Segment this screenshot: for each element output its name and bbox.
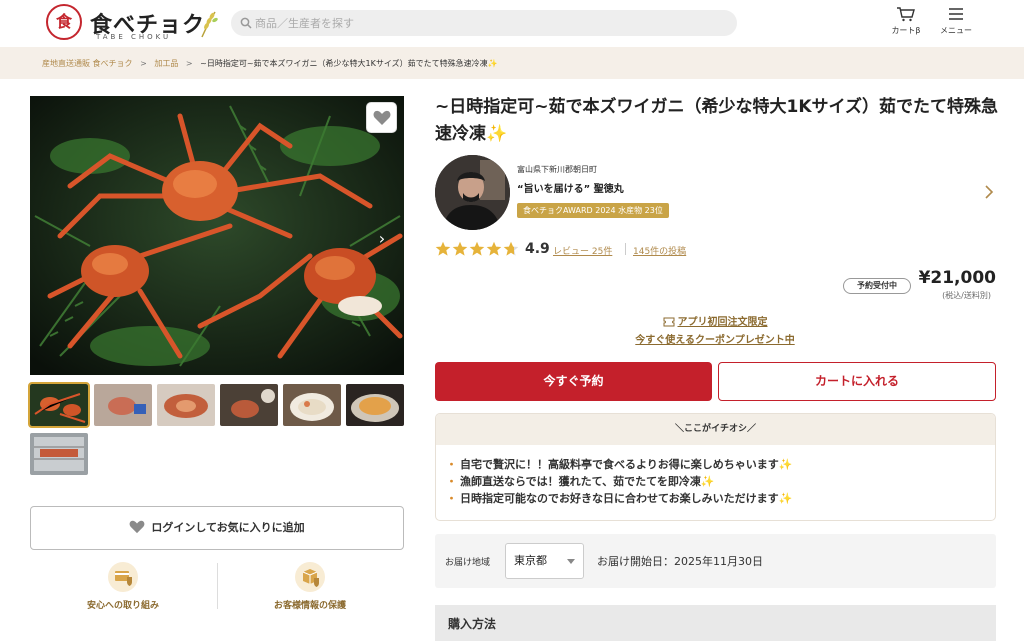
search-icon (240, 17, 252, 29)
hamburger-icon (949, 8, 963, 20)
site-header: 食 食べチョク TABE CHOKU カートβ メニュー (0, 0, 1024, 47)
product-title: ~日時指定可~茹で本ズワイガニ（希少な特大1Kサイズ）茹でたて特殊急速冷凍✨ (435, 97, 998, 144)
star-half-icon (503, 241, 519, 256)
cart-label: カートβ (891, 26, 921, 35)
breadcrumb: 産地直送通販 食べチョク > 加工品 > ~日時指定可~茹で本ズワイガニ（希少な… (42, 58, 498, 69)
product-main-image[interactable] (30, 96, 404, 375)
thumbnail-image[interactable] (220, 384, 278, 426)
delivery-label: お届け地域 (445, 558, 491, 568)
cart-icon (897, 7, 915, 22)
highlight-text: 日時指定可能なのでお好きな日に合わせてお楽しみいただけます✨ (460, 492, 793, 505)
thumbnail-image[interactable] (283, 384, 341, 426)
divider (217, 563, 218, 609)
star-icon (469, 241, 485, 256)
bullet-icon: ・ (446, 475, 457, 488)
safety-link[interactable]: 安心への取り組み (48, 562, 198, 612)
chevron-right-icon[interactable] (983, 183, 995, 201)
producer-location: 富山県下新川郡朝日町 (517, 165, 597, 174)
producer-name: “旨いを届ける” 聖徳丸 (517, 184, 624, 195)
highlight-text: 自宅で贅沢に！！高級料亭で食べるよりお得に楽しめちゃいます✨ (460, 458, 793, 471)
site-logo[interactable]: 食 食べチョク TABE CHOKU (46, 4, 226, 42)
producer-card[interactable]: 富山県下新川郡朝日町 “旨いを届ける” 聖徳丸 食べチョクAWARD 2024 … (435, 155, 1000, 230)
crab-photo (30, 96, 404, 375)
menu-button[interactable]: メニュー (934, 6, 978, 42)
add-to-cart-button[interactable]: カートに入れる (718, 362, 996, 401)
heart-icon (373, 110, 391, 125)
thumbnail-image[interactable] (346, 384, 404, 426)
search-bar[interactable] (231, 10, 737, 36)
list-item: ・自宅で贅沢に！！高級料亭で食べるよりお得に楽しめちゃいます✨ (446, 456, 995, 473)
rating-value: 4.9 (525, 241, 550, 257)
producer-avatar (435, 155, 510, 230)
highlights-list: ・自宅で贅沢に！！高級料亭で食べるよりお得に楽しめちゃいます✨ ・漁師直送ならで… (436, 445, 995, 507)
favorite-button[interactable] (366, 102, 397, 133)
shield-card-icon (108, 562, 138, 592)
price: ¥21,000 (918, 268, 996, 288)
breadcrumb-separator: > (185, 59, 193, 68)
breadcrumb-category[interactable]: 加工品 (154, 59, 178, 68)
region-value: 東京都 (514, 554, 547, 567)
highlight-text: 漁師直送ならでは！獲れたて、茹でたてを即冷凍✨ (460, 475, 715, 488)
breadcrumb-current: ~日時指定可~茹で本ズワイガニ（希少な特大1Kサイズ）茹でたて特殊急速冷凍✨ (200, 59, 498, 68)
delivery-panel: お届け地域 東京都 お届け開始日：2025年11月30日 (435, 534, 996, 588)
highlights-box: ＼ここがイチオシ／ ・自宅で贅沢に！！高級料亭で食べるよりお得に楽しめちゃいます… (435, 413, 996, 521)
coupon-link[interactable]: アプリ初回注文限定 今すぐ使えるクーポンプレゼント中 (600, 314, 830, 350)
privacy-label: お客様情報の保護 (273, 601, 346, 611)
award-badge: 食べチョクAWARD 2024 水産物 23位 (517, 203, 669, 218)
box-shield-icon (295, 562, 325, 592)
rating-row: 4.9 レビュー 25件 145件の投稿 (435, 240, 735, 260)
logo-mark: 食 (46, 4, 82, 40)
thumbnail-image[interactable] (157, 384, 215, 426)
reviews-link[interactable]: レビュー 25件 (553, 244, 612, 257)
reserve-button[interactable]: 今すぐ予約 (435, 362, 712, 401)
cart-button[interactable]: カートβ (884, 6, 928, 42)
list-item: ・日時指定可能なのでお好きな日に合わせてお楽しみいただけます✨ (446, 490, 995, 507)
price-note: (税込/送料別) (942, 291, 991, 300)
menu-label: メニュー (940, 26, 972, 35)
section-header-howto: 購入方法 (435, 605, 996, 641)
region-select[interactable]: 東京都 (505, 543, 584, 579)
posts-link[interactable]: 145件の投稿 (633, 244, 686, 257)
heart-icon (129, 520, 145, 534)
wheat-icon (201, 11, 218, 38)
caret-down-icon (567, 559, 575, 564)
coupon-line1: アプリ初回注文限定 (677, 317, 768, 328)
coupon-icon (663, 317, 674, 327)
logo-subtitle: TABE CHOKU (96, 33, 172, 41)
star-icon (435, 241, 451, 256)
thumbnail-image[interactable] (30, 433, 88, 475)
thumbnail-image[interactable] (94, 384, 152, 426)
coupon-line2: 今すぐ使えるクーポンプレゼント中 (635, 335, 795, 346)
bullet-icon: ・ (446, 492, 457, 505)
breadcrumb-bar: 産地直送通販 食べチョク > 加工品 > ~日時指定可~茹で本ズワイガニ（希少な… (0, 47, 1024, 79)
safety-label: 安心への取り組み (86, 601, 159, 611)
list-item: ・漁師直送ならでは！獲れたて、茹でたてを即冷凍✨ (446, 473, 995, 490)
highlights-title: ＼ここがイチオシ／ (436, 414, 995, 445)
breadcrumb-home[interactable]: 産地直送通販 食べチョク (42, 59, 133, 68)
chevron-right-icon[interactable]: › (374, 229, 390, 249)
breadcrumb-separator: > (140, 59, 147, 68)
login-favorite-label: ログインしてお気に入りに追加 (151, 521, 305, 534)
rating-stars (435, 241, 519, 256)
login-favorite-button[interactable]: ログインしてお気に入りに追加 (30, 506, 404, 550)
thumbnail-image[interactable] (28, 382, 90, 428)
divider (625, 243, 626, 255)
delivery-start-date: お届け開始日：2025年11月30日 (597, 555, 763, 568)
star-icon (452, 241, 468, 256)
privacy-link[interactable]: お客様情報の保護 (235, 562, 385, 612)
star-icon (486, 241, 502, 256)
search-input[interactable] (255, 13, 725, 33)
bullet-icon: ・ (446, 458, 457, 471)
